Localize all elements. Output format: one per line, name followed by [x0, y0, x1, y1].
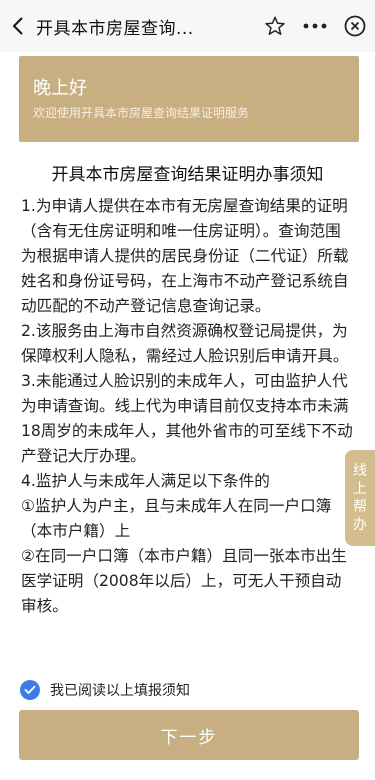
notice-paragraph: 1.为申请人提供在本市有无房屋查询结果的证明（含有无住房证明和唯一住房证明）。查… — [21, 197, 349, 315]
top-bar: 开具本市房屋查询... — [0, 0, 375, 52]
greeting-text: 晚上好 — [33, 78, 87, 99]
notice-paragraph: 3.未能通过人脸识别的未成年人，可由监护人代为申请查询。线上代为申请目前仅支持本… — [21, 372, 353, 465]
notice-body: 1.为申请人提供在本市有无房屋查询结果的证明（含有无住房证明和唯一住房证明）。查… — [21, 194, 355, 619]
agree-label: 我已阅读以上填报须知 — [50, 683, 190, 699]
next-step-button[interactable]: 下一步 — [19, 710, 359, 760]
notice-title: 开具本市房屋查询结果证明办事须知 — [51, 165, 324, 185]
page-title: 开具本市房屋查询... — [36, 18, 194, 39]
online-help-tab[interactable]: 线上帮办 — [345, 450, 375, 546]
notice-paragraph: 2.该服务由上海市自然资源确权登记局提供，为保障权利人隐私，需经过人脸识别后申请… — [21, 322, 349, 365]
agree-checkbox[interactable]: 我已阅读以上填报须知 — [20, 679, 190, 701]
notice-paragraph: ②在同一户口簿（本市户籍）且同一张本市出生医学证明（2008年以后）上，可无人干… — [21, 547, 347, 615]
close-icon[interactable] — [335, 0, 375, 52]
greeting-subtitle: 欢迎使用开具本市房屋查询结果证明服务 — [33, 106, 250, 120]
back-arrow-icon[interactable] — [0, 0, 36, 52]
checkmark-icon[interactable] — [20, 680, 40, 700]
notice-paragraph: ①监护人为户主，且与未成年人在同一户口簿（本市户籍）上 — [21, 497, 332, 540]
more-icon[interactable] — [295, 0, 335, 52]
notice-paragraph: 4.监护人与未成年人满足以下条件的 — [21, 472, 270, 490]
help-tab-label: 线上帮办 — [353, 463, 367, 533]
greeting-banner: 晚上好 欢迎使用开具本市房屋查询结果证明服务 — [19, 56, 359, 142]
star-icon[interactable] — [255, 0, 295, 52]
